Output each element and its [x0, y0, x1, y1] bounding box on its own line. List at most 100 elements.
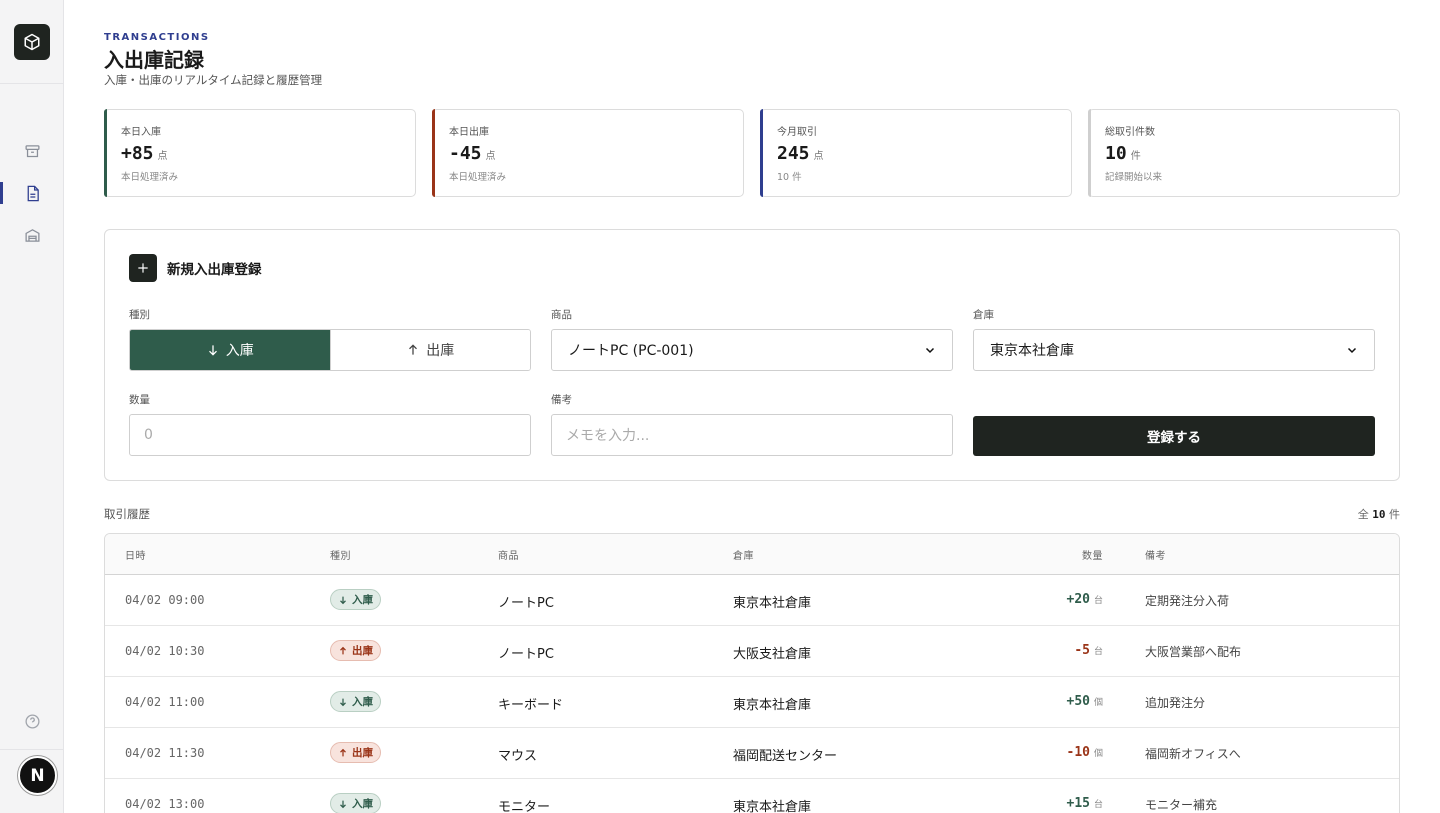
row-quantity-unit: 台 — [1093, 647, 1103, 657]
arrow-down-icon — [208, 345, 217, 356]
avatar-initial: N — [30, 765, 45, 786]
column-product[interactable]: 商品 — [498, 547, 519, 562]
history-count: 全 10 件 — [1358, 506, 1400, 522]
stat-card-total: 総取引件数 10 件 記録開始以来 — [1088, 109, 1400, 197]
new-transaction-form: 新規入出庫登録 種別 入庫 出庫 商品 ノートPC (PC-001) 倉庫 東京… — [104, 229, 1400, 481]
product-select[interactable]: ノートPC (PC-001) — [551, 329, 953, 371]
row-warehouse: 東京本社倉庫 — [733, 698, 812, 713]
type-badge-label: 入庫 — [352, 594, 373, 606]
note-placeholder: メモを入力... — [566, 428, 650, 444]
row-quantity: -10 個 — [1067, 745, 1104, 760]
row-quantity-value: -10 — [1066, 745, 1090, 760]
stat-unit: 点 — [485, 151, 496, 162]
row-quantity-unit: 個 — [1093, 698, 1103, 708]
stat-unit: 点 — [157, 151, 168, 162]
table-row[interactable]: 04/02 11:30 出庫 マウス 福岡配送センター -10 個 福岡新オフィスへ — [105, 728, 1399, 779]
arrow-up-icon — [409, 344, 418, 355]
table-row[interactable]: 04/02 13:00 入庫 モニター 東京本社倉庫 +15 台 モニター補充 — [105, 779, 1399, 813]
page-eyebrow: TRANSACTIONS — [104, 32, 210, 43]
row-warehouse: 大阪支社倉庫 — [733, 647, 812, 662]
column-quantity[interactable]: 数量 — [1082, 547, 1103, 562]
row-quantity: +20 台 — [1067, 592, 1104, 607]
history-table: 日時 種別 商品 倉庫 数量 備考 04/02 09:00 入庫 ノートPC 東京本社… — [104, 533, 1400, 813]
column-warehouse[interactable]: 倉庫 — [733, 547, 754, 562]
column-note[interactable]: 備考 — [1145, 547, 1166, 562]
stat-value: 245 — [777, 143, 810, 164]
type-badge: 入庫 — [330, 691, 381, 712]
sidebar-item-warehouses[interactable] — [20, 223, 44, 247]
stat-label: 本日出庫 — [449, 127, 489, 138]
quantity-placeholder: 0 — [144, 427, 153, 443]
type-badge: 出庫 — [330, 742, 381, 763]
type-in-button[interactable]: 入庫 — [130, 330, 330, 370]
table-row[interactable]: 04/02 09:00 入庫 ノートPC 東京本社倉庫 +20 台 定期発注分入荷 — [105, 575, 1399, 626]
row-product: キーボード — [498, 698, 564, 713]
help-button[interactable] — [20, 709, 44, 733]
arrow-down-icon — [340, 698, 346, 706]
row-quantity-value: -5 — [1074, 643, 1090, 658]
type-badge-label: 出庫 — [352, 747, 373, 759]
stat-card-today-out: 本日出庫 -45 点 本日処理済み — [432, 109, 744, 197]
page-subtitle: 入庫・出庫のリアルタイム記録と履歴管理 — [104, 73, 323, 87]
sidebar: N — [0, 0, 64, 813]
row-note: 定期発注分入荷 — [1145, 594, 1230, 608]
sidebar-item-transactions[interactable] — [20, 181, 44, 205]
stat-label: 本日入庫 — [121, 127, 161, 138]
stat-value: -45 — [449, 143, 482, 164]
row-note: 福岡新オフィスへ — [1145, 747, 1241, 761]
type-badge: 入庫 — [330, 793, 381, 813]
warehouse-select[interactable]: 東京本社倉庫 — [973, 329, 1375, 371]
quantity-label: 数量 — [129, 394, 150, 406]
row-warehouse: 東京本社倉庫 — [733, 596, 812, 611]
type-badge: 入庫 — [330, 589, 381, 610]
stat-unit: 件 — [1130, 151, 1141, 162]
plus-icon — [129, 254, 157, 282]
stat-note: 10 件 — [777, 172, 802, 183]
document-icon — [27, 185, 39, 201]
row-quantity-value: +15 — [1066, 796, 1090, 811]
user-avatar[interactable]: N — [18, 756, 57, 795]
stat-unit: 点 — [813, 151, 824, 162]
row-quantity-value: +50 — [1066, 694, 1090, 709]
column-date[interactable]: 日時 — [125, 547, 146, 562]
submit-button[interactable]: 登録する — [973, 416, 1375, 456]
app-logo[interactable] — [14, 24, 50, 60]
warehouse-select-value: 東京本社倉庫 — [990, 343, 1074, 359]
stat-card-month: 今月取引 245 点 10 件 — [760, 109, 1072, 197]
stat-value: 10 — [1105, 143, 1127, 164]
form-title: 新規入出庫登録 — [167, 262, 262, 278]
row-date: 04/02 11:00 — [125, 695, 205, 709]
type-out-label: 出庫 — [426, 343, 455, 359]
note-input[interactable]: メモを入力... — [551, 414, 953, 456]
arrow-up-icon — [340, 646, 346, 654]
sidebar-item-inventory[interactable] — [20, 139, 44, 163]
cube-icon — [24, 33, 40, 51]
column-type[interactable]: 種別 — [330, 547, 351, 562]
page-title: 入出庫記録 — [104, 48, 204, 72]
chevron-down-icon — [925, 347, 935, 354]
row-quantity-value: +20 — [1066, 592, 1090, 607]
type-label: 種別 — [129, 309, 150, 321]
arrow-down-icon — [340, 596, 346, 604]
chevron-down-icon — [1347, 347, 1357, 354]
row-date: 04/02 09:00 — [125, 593, 205, 607]
table-row[interactable]: 04/02 11:00 入庫 キーボード 東京本社倉庫 +50 個 追加発注分 — [105, 677, 1399, 728]
quantity-input[interactable]: 0 — [129, 414, 531, 456]
product-select-value: ノートPC (PC-001) — [568, 343, 694, 359]
arrow-down-icon — [340, 800, 346, 808]
type-in-label: 入庫 — [225, 343, 254, 359]
note-label: 備考 — [551, 394, 572, 406]
row-product: ノートPC — [498, 647, 554, 662]
archive-icon — [24, 144, 40, 157]
form-header: 新規入出庫登録 — [129, 254, 262, 282]
table-row[interactable]: 04/02 10:30 出庫 ノートPC 大阪支社倉庫 -5 台 大阪営業部へ配布 — [105, 626, 1399, 677]
type-out-button[interactable]: 出庫 — [329, 330, 530, 370]
row-warehouse: 福岡配送センター — [733, 749, 838, 764]
type-badge-label: 出庫 — [352, 645, 373, 657]
row-quantity-unit: 台 — [1093, 596, 1103, 606]
history-title: 取引履歴 — [104, 507, 150, 521]
row-note: 大阪営業部へ配布 — [1145, 645, 1242, 659]
stat-label: 総取引件数 — [1105, 127, 1155, 138]
type-badge: 出庫 — [330, 640, 381, 661]
history-count-suffix: 件 — [1389, 508, 1400, 521]
